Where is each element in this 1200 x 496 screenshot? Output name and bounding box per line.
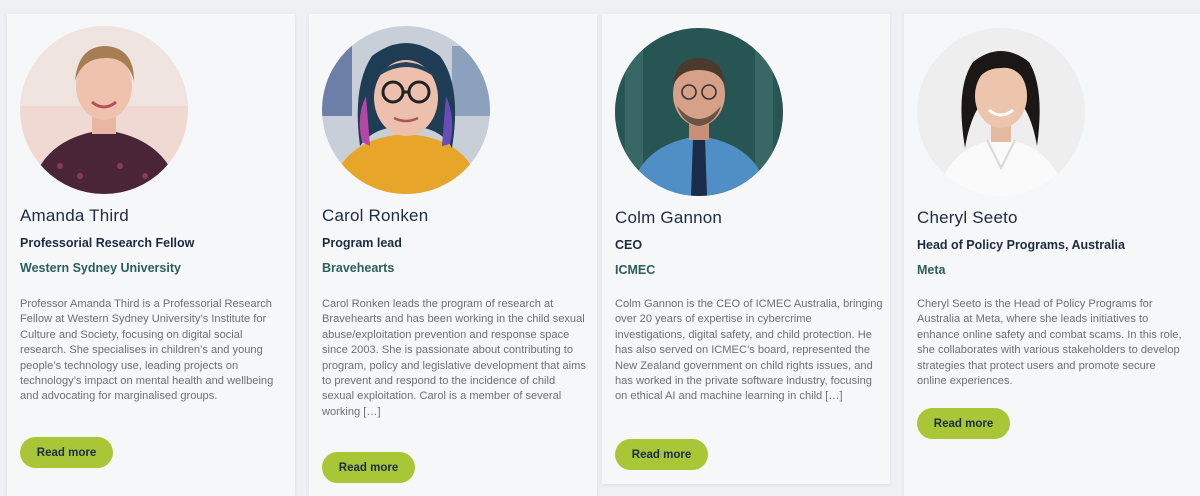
speaker-bio: Carol Ronken leads the program of resear… [322,298,586,418]
portrait-photo-icon [615,28,783,196]
read-more-button[interactable]: Read more [322,452,415,483]
speaker-card: Amanda Third Professorial Research Fello… [7,14,295,496]
speaker-name: Colm Gannon [615,208,723,227]
portrait-photo-icon [20,26,188,194]
portrait-photo-icon [917,28,1085,196]
speaker-name: Cheryl Seeto [917,208,1018,227]
speaker-organization: Bravehearts [322,261,395,275]
speaker-bio: Colm Gannon is the CEO of ICMEC Australi… [615,298,883,403]
speaker-name: Carol Ronken [322,206,429,225]
speaker-card: Cheryl Seeto Head of Policy Programs, Au… [904,14,1200,496]
avatar [322,26,490,194]
read-more-button[interactable]: Read more [20,437,113,468]
read-more-button[interactable]: Read more [615,439,708,470]
speaker-bio: Cheryl Seeto is the Head of Policy Progr… [917,298,1182,388]
speaker-organization: ICMEC [615,263,656,277]
speaker-role: Professorial Research Fellow [20,236,195,250]
avatar [615,28,783,196]
speaker-role: Head of Policy Programs, Australia [917,238,1125,252]
speaker-card: Colm Gannon CEO ICMEC Colm Gannon is the… [602,14,890,484]
speaker-bio: Professor Amanda Third is a Professorial… [20,298,274,403]
speaker-card: Carol Ronken Program lead Bravehearts Ca… [309,14,597,496]
speaker-role: Program lead [322,236,402,250]
speaker-organization: Western Sydney University [20,261,181,275]
portrait-photo-icon [322,26,490,194]
speaker-name: Amanda Third [20,206,129,225]
speaker-card-grid: Amanda Third Professorial Research Fello… [0,0,1200,496]
speaker-organization: Meta [917,263,946,277]
avatar [20,26,188,194]
speaker-role: CEO [615,238,643,252]
read-more-button[interactable]: Read more [917,408,1010,439]
avatar [917,28,1085,196]
